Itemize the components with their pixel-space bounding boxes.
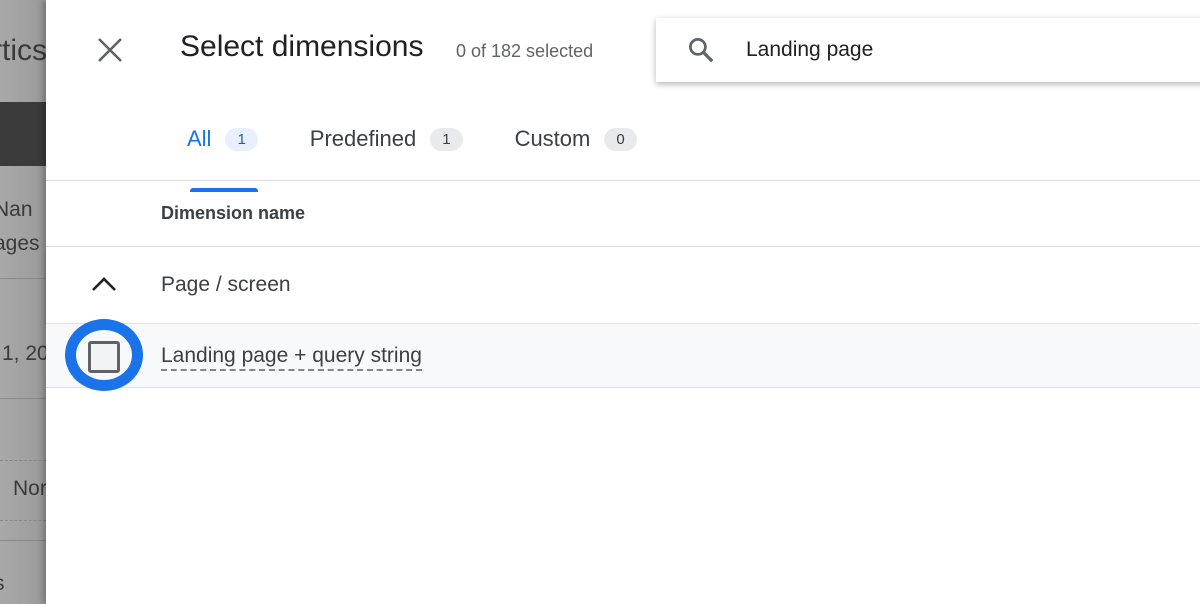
bg-text: rtics	[0, 34, 46, 67]
background-page: rtics Nan ages 1, 20 Nor s	[0, 0, 46, 604]
tab-label: All	[187, 126, 212, 151]
search-input[interactable]	[746, 38, 1146, 62]
divider	[0, 398, 46, 399]
divider	[0, 278, 46, 279]
chevron-up-icon[interactable]	[90, 275, 118, 293]
checkbox[interactable]	[88, 341, 120, 373]
divider	[0, 460, 46, 461]
tab-predefined[interactable]: Predefined 1	[310, 126, 463, 152]
divider	[46, 180, 1200, 181]
bg-text: Nan	[0, 198, 33, 221]
divider	[0, 520, 46, 521]
select-dimensions-panel: Select dimensions 0 of 182 selected All 1…	[46, 0, 1200, 604]
tab-label: Custom	[514, 126, 591, 151]
count-badge: 0	[604, 127, 637, 151]
count-badge: 1	[430, 127, 463, 151]
column-header-dimension-name: Dimension name	[161, 203, 306, 223]
bg-text: Nor	[13, 477, 46, 500]
dialog-title: Select dimensions	[180, 30, 424, 63]
search-box	[656, 18, 1200, 82]
group-label: Page / screen	[161, 273, 291, 296]
tab-bar: All 1 Predefined 1 Custom 0	[187, 126, 689, 192]
list-item: Landing page + query string	[46, 319, 1200, 391]
selected-count: 0 of 182 selected	[456, 41, 594, 61]
count-badge: 1	[225, 127, 258, 151]
dimension-label[interactable]: Landing page + query string	[161, 344, 422, 371]
close-icon	[98, 38, 122, 62]
bg-text: ages	[0, 232, 40, 255]
bg-toolbar	[0, 102, 46, 166]
divider	[0, 540, 46, 541]
tab-custom[interactable]: Custom 0	[515, 126, 637, 152]
tab-all[interactable]: All 1	[187, 126, 258, 192]
close-button[interactable]	[96, 36, 124, 64]
group-header-page-screen[interactable]: Page / screen	[46, 247, 1200, 323]
tab-label: Predefined	[309, 126, 417, 151]
search-icon	[689, 38, 714, 63]
bg-text: s	[0, 572, 5, 596]
bg-text: 1, 20	[2, 342, 46, 365]
